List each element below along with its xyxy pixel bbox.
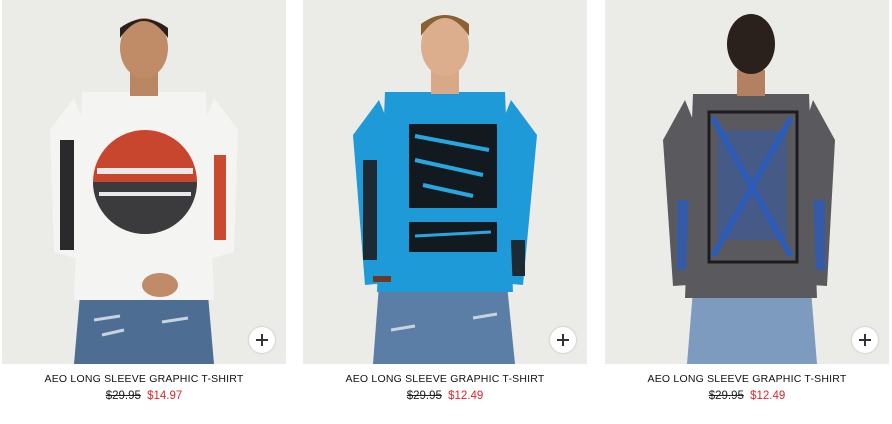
price-row: $29.95 $12.49 [303, 390, 587, 402]
product-card[interactable]: AEO LONG SLEEVE GRAPHIC T-SHIRT $29.95 $… [605, 0, 889, 424]
plus-icon [859, 334, 871, 346]
product-image[interactable] [605, 0, 889, 364]
product-card[interactable]: AEO LONG SLEEVE GRAPHIC T-SHIRT $29.95 $… [303, 0, 587, 424]
original-price: $29.95 [105, 390, 141, 402]
sale-price: $12.49 [448, 390, 484, 402]
plus-icon [256, 334, 268, 346]
product-name[interactable]: AEO LONG SLEEVE GRAPHIC T-SHIRT [605, 373, 889, 385]
price-row: $29.95 $14.97 [2, 390, 286, 402]
price-row: $29.95 $12.49 [605, 390, 889, 402]
add-to-bag-button[interactable] [852, 327, 878, 353]
plus-icon [557, 334, 569, 346]
add-to-bag-button[interactable] [249, 327, 275, 353]
product-name[interactable]: AEO LONG SLEEVE GRAPHIC T-SHIRT [2, 373, 286, 385]
sale-price: $14.97 [147, 390, 183, 402]
product-image[interactable] [2, 0, 286, 364]
product-card[interactable]: AEO LONG SLEEVE GRAPHIC T-SHIRT $29.95 $… [2, 0, 286, 424]
original-price: $29.95 [708, 390, 744, 402]
original-price: $29.95 [406, 390, 442, 402]
product-image[interactable] [303, 0, 587, 364]
add-to-bag-button[interactable] [550, 327, 576, 353]
sale-price: $12.49 [750, 390, 786, 402]
product-name[interactable]: AEO LONG SLEEVE GRAPHIC T-SHIRT [303, 373, 587, 385]
